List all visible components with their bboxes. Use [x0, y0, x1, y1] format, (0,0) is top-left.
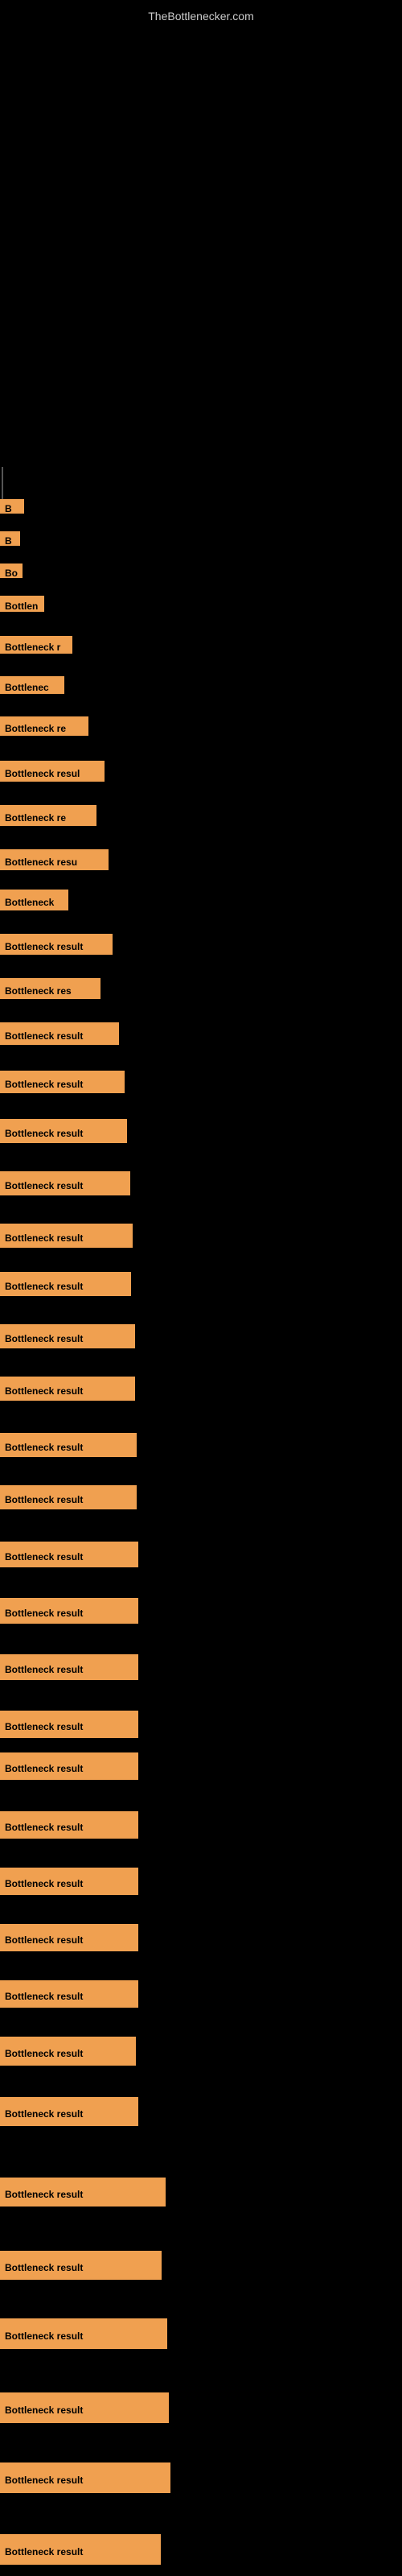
bottleneck-bar-31: Bottleneck result — [0, 1980, 138, 2008]
bottleneck-bar-5: Bottlenec — [0, 676, 64, 694]
bottleneck-bar-24: Bottleneck result — [0, 1598, 138, 1624]
bottleneck-bar-32: Bottleneck result — [0, 2037, 136, 2066]
bottleneck-bar-22: Bottleneck result — [0, 1485, 137, 1509]
bottleneck-bar-34: Bottleneck result — [0, 2178, 166, 2207]
bottleneck-bar-15: Bottleneck result — [0, 1119, 127, 1143]
bottleneck-bar-6: Bottleneck re — [0, 716, 88, 736]
bottleneck-bar-2: Bo — [0, 564, 23, 578]
bottleneck-bar-7: Bottleneck resul — [0, 761, 105, 782]
bottleneck-bar-17: Bottleneck result — [0, 1224, 133, 1248]
bottleneck-bar-29: Bottleneck result — [0, 1868, 138, 1895]
bottleneck-bar-26: Bottleneck result — [0, 1711, 138, 1738]
bottleneck-bar-36: Bottleneck result — [0, 2318, 167, 2349]
bottleneck-bar-0: B — [0, 499, 24, 514]
bottleneck-bar-35: Bottleneck result — [0, 2251, 162, 2280]
bottleneck-bar-39: Bottleneck result — [0, 2534, 161, 2565]
bottleneck-bar-1: B — [0, 531, 20, 546]
bottleneck-bar-16: Bottleneck result — [0, 1171, 130, 1195]
bottleneck-bar-28: Bottleneck result — [0, 1811, 138, 1839]
bottleneck-bar-23: Bottleneck result — [0, 1542, 138, 1567]
site-title: TheBottlenecker.com — [148, 3, 254, 29]
bottleneck-bar-12: Bottleneck res — [0, 978, 100, 999]
bottleneck-bar-19: Bottleneck result — [0, 1324, 135, 1348]
bottleneck-bar-14: Bottleneck result — [0, 1071, 125, 1093]
bottleneck-bar-18: Bottleneck result — [0, 1272, 131, 1296]
bottleneck-bar-20: Bottleneck result — [0, 1377, 135, 1401]
bottleneck-bar-25: Bottleneck result — [0, 1654, 138, 1680]
bottleneck-bar-11: Bottleneck result — [0, 934, 113, 955]
bottleneck-bar-10: Bottleneck — [0, 890, 68, 910]
bottleneck-bar-33: Bottleneck result — [0, 2097, 138, 2126]
vertical-line — [2, 467, 3, 499]
bottleneck-bar-13: Bottleneck result — [0, 1022, 119, 1045]
bottleneck-bar-9: Bottleneck resu — [0, 849, 109, 870]
bottleneck-bar-37: Bottleneck result — [0, 2392, 169, 2423]
bottleneck-bar-27: Bottleneck result — [0, 1752, 138, 1780]
bottleneck-bar-30: Bottleneck result — [0, 1924, 138, 1951]
bottleneck-bar-4: Bottleneck r — [0, 636, 72, 654]
bottleneck-bar-21: Bottleneck result — [0, 1433, 137, 1457]
bottleneck-bar-38: Bottleneck result — [0, 2462, 170, 2493]
bottleneck-bar-3: Bottlen — [0, 596, 44, 612]
bottleneck-bar-8: Bottleneck re — [0, 805, 96, 826]
